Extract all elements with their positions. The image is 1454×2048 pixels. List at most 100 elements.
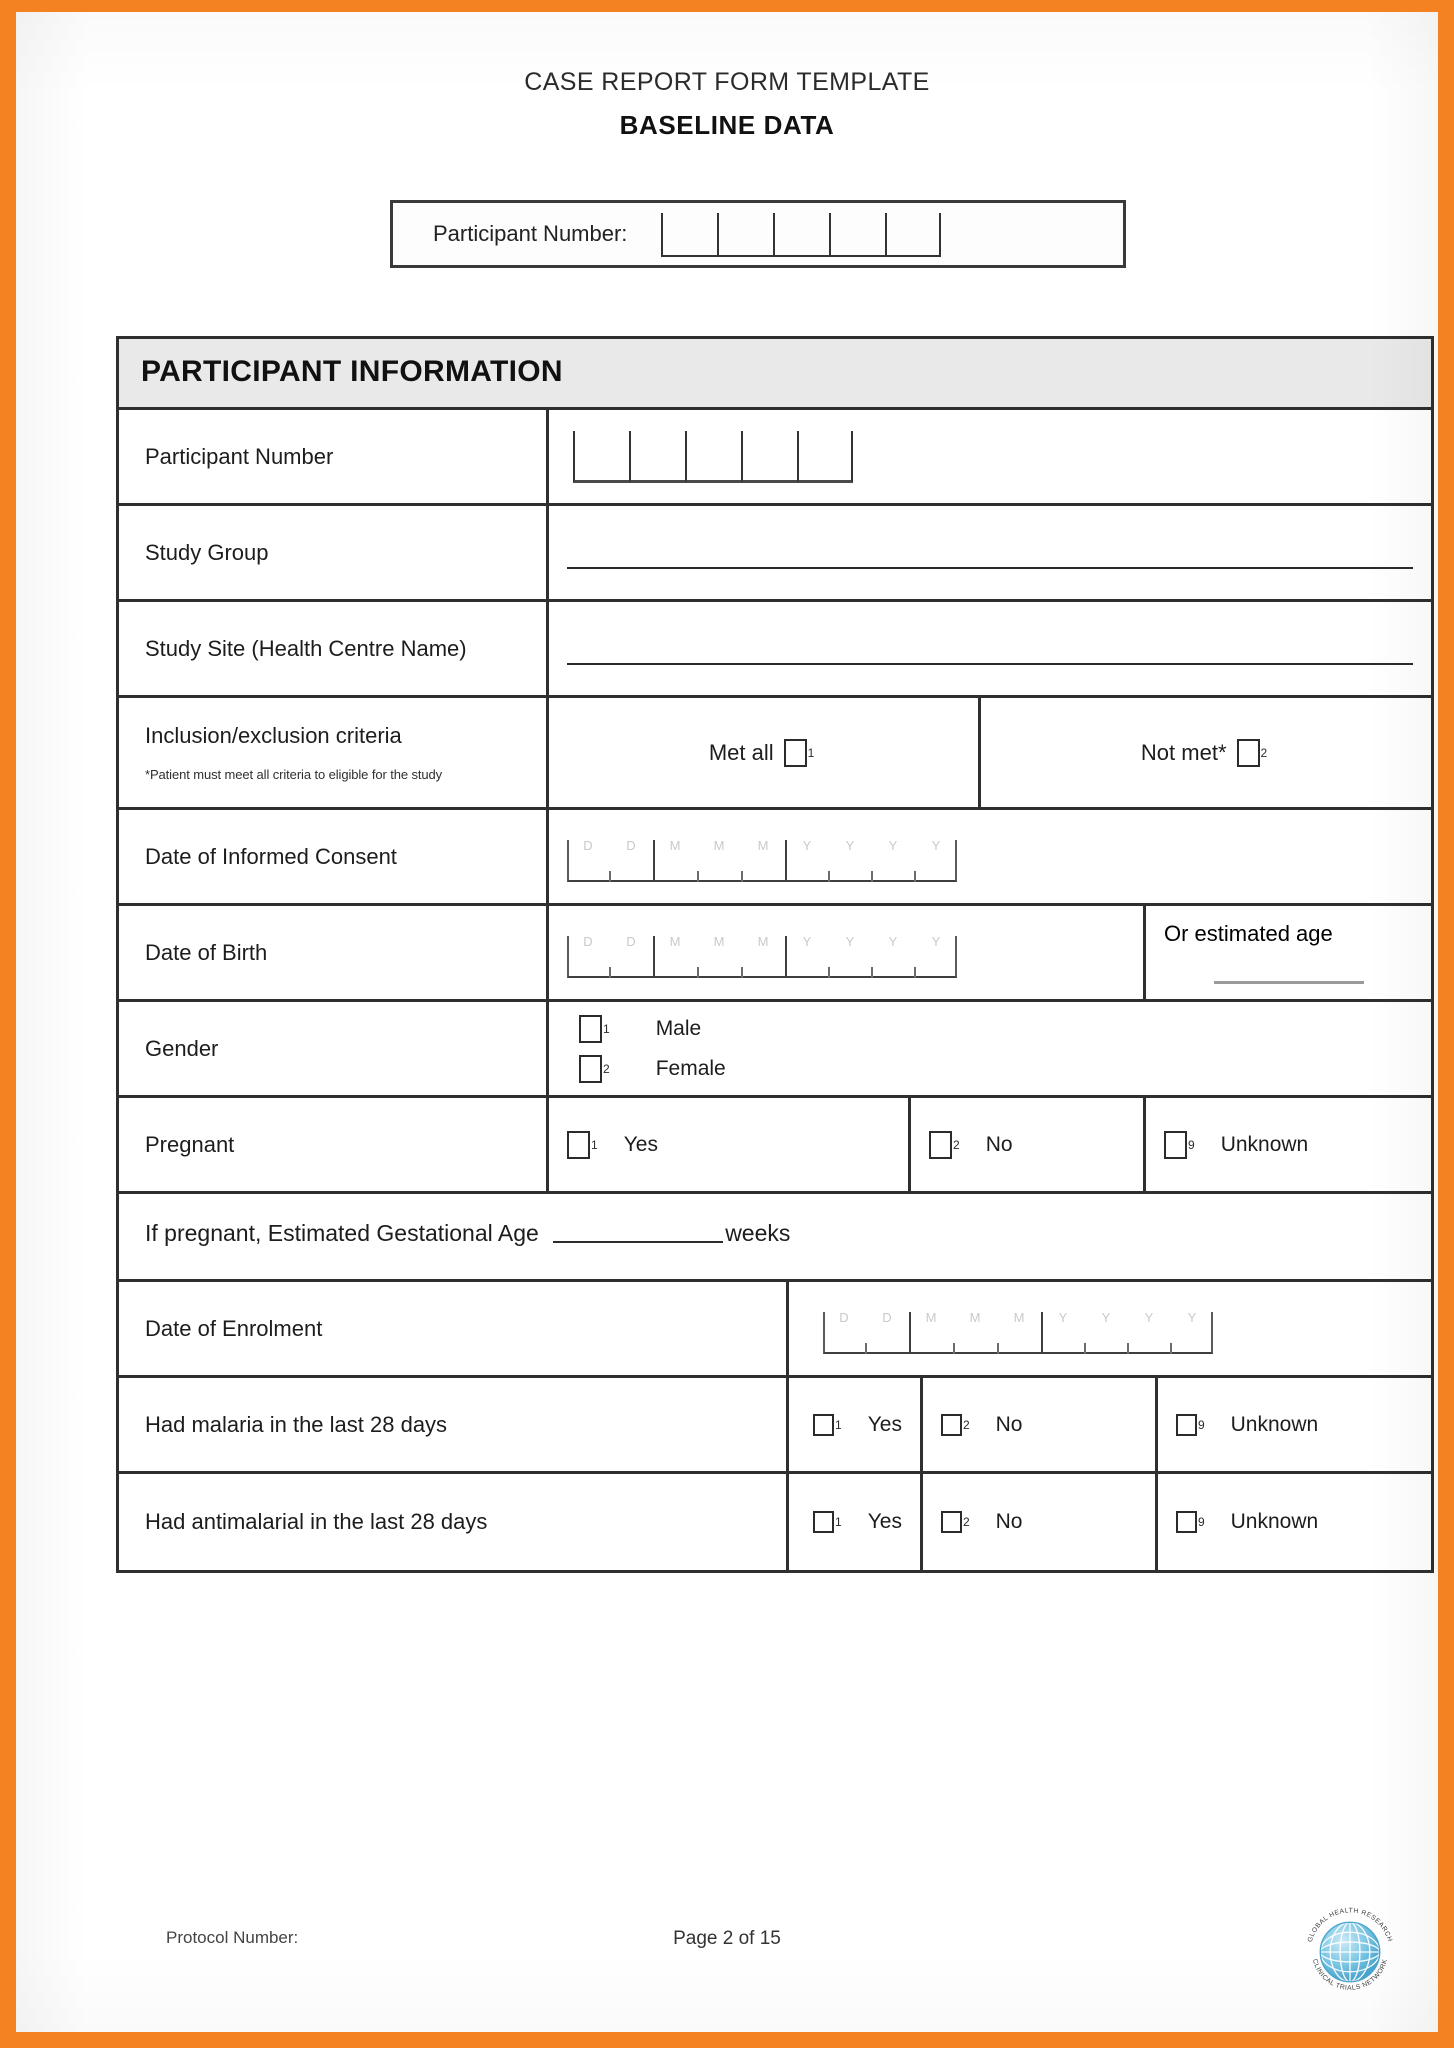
checkbox-icon[interactable] (940, 1511, 962, 1533)
antimalarial-option-no[interactable]: 2 No (940, 1510, 1023, 1534)
checkbox-icon[interactable] (813, 1511, 834, 1533)
pregnant-unknown-cell[interactable]: 9 Unknown (1146, 1098, 1431, 1191)
malaria-option-no[interactable]: 2 No (940, 1413, 1023, 1437)
row-label-birth-date: Date of Birth (119, 906, 549, 999)
digit-cell[interactable] (685, 430, 741, 483)
gender-field[interactable]: 1 Male 2 Female (549, 1002, 1431, 1095)
checkbox-icon[interactable] (783, 738, 807, 767)
digit-cell[interactable] (573, 430, 629, 483)
digit-cell[interactable] (885, 213, 942, 257)
date-hint-y: Y (1101, 1309, 1111, 1325)
option-label: Unknown (1230, 1412, 1319, 1436)
study-group-input[interactable] (567, 566, 1413, 569)
gender-option-male[interactable]: 1 Male (579, 1014, 726, 1043)
malaria-no-cell[interactable]: 2 No (923, 1378, 1158, 1471)
criteria-met-option[interactable]: Met all 1 (709, 738, 818, 767)
checkbox-icon[interactable] (1175, 1413, 1197, 1436)
gender-option-female[interactable]: 2 Female (579, 1054, 726, 1083)
checkbox-icon[interactable] (929, 1130, 952, 1159)
table-row: If pregnant, Estimated Gestational Age w… (119, 1194, 1431, 1282)
estimated-age-input[interactable] (1213, 981, 1364, 984)
date-group-divider (653, 839, 655, 882)
malaria-unknown-cell[interactable]: 9 Unknown (1158, 1378, 1438, 1471)
digit-cell[interactable] (797, 430, 853, 483)
date-tick (828, 966, 830, 978)
date-group-divider (653, 935, 655, 978)
malaria-yes-cell[interactable]: 1 Yes (789, 1378, 923, 1471)
estimated-age-label: Or estimated age (1164, 921, 1333, 946)
checkbox-icon[interactable] (567, 1130, 590, 1159)
criteria-notmet-cell[interactable]: Not met* 2 (981, 698, 1431, 807)
option-number: 9 (1197, 1417, 1205, 1432)
study-site-field[interactable] (549, 602, 1431, 695)
date-tick (1170, 1342, 1172, 1354)
option-number: 2 (962, 1417, 970, 1432)
gestational-age-unit: weeks (725, 1220, 791, 1246)
date-hint-y: Y (931, 933, 941, 949)
date-input-birth[interactable]: D D M M M Y Y Y Y (567, 932, 957, 978)
pregnant-option-yes[interactable]: 1 Yes (567, 1130, 658, 1159)
enrolment-date-field[interactable]: D D M M M Y Y Y Y (789, 1282, 1431, 1375)
birth-date-field[interactable]: D D M M M Y Y Y Y (549, 906, 1146, 999)
checkbox-icon[interactable] (579, 1054, 602, 1083)
option-number: 2 (603, 1061, 610, 1076)
table-row: Date of Informed Consent D D M M M Y Y Y… (119, 810, 1431, 906)
consent-date-field[interactable]: D D M M M Y Y Y Y (549, 810, 1431, 903)
digit-cell[interactable] (829, 213, 886, 257)
row-label-study-site: Study Site (Health Centre Name) (119, 602, 549, 695)
estimated-age-cell[interactable]: Or estimated age (1146, 906, 1431, 999)
date-hint-m: M (757, 837, 769, 853)
antimalarial-no-cell[interactable]: 2 No (923, 1474, 1158, 1570)
participant-number-header-input[interactable] (661, 213, 942, 257)
date-input-consent[interactable]: D D M M M Y Y Y Y (567, 836, 957, 882)
criteria-notmet-option[interactable]: Not met* 2 (1141, 738, 1271, 767)
row-label-enrolment-date: Date of Enrolment (119, 1282, 789, 1375)
participant-number-field[interactable] (549, 410, 1431, 503)
checkbox-icon[interactable] (579, 1014, 602, 1043)
document-page: CASE REPORT FORM TEMPLATE BASELINE DATA … (16, 12, 1438, 2032)
date-tick (953, 1342, 955, 1354)
date-hint-m: M (757, 933, 769, 949)
digit-cell[interactable] (629, 430, 685, 483)
pregnant-no-cell[interactable]: 2 No (911, 1098, 1146, 1191)
option-number: 2 (962, 1515, 970, 1529)
digit-cell[interactable] (717, 213, 774, 257)
table-row: Had antimalarial in the last 28 days 1 Y… (119, 1474, 1431, 1570)
checkbox-icon[interactable] (940, 1413, 962, 1436)
checkbox-icon[interactable] (1175, 1511, 1197, 1533)
checkbox-icon[interactable] (1164, 1130, 1187, 1159)
digit-cell[interactable] (661, 213, 718, 257)
option-number: 1 (603, 1021, 610, 1036)
malaria-option-yes[interactable]: 1 Yes (813, 1413, 902, 1437)
gestational-age-input[interactable] (553, 1227, 724, 1243)
date-input-enrolment[interactable]: D D M M M Y Y Y Y (823, 1308, 1213, 1354)
option-label: Yes (867, 1510, 902, 1533)
date-hint-d: D (626, 933, 636, 949)
pregnant-yes-cell[interactable]: 1 Yes (549, 1098, 911, 1191)
digit-cell[interactable] (741, 430, 797, 483)
antimalarial-unknown-cell[interactable]: 9 Unknown (1158, 1474, 1438, 1570)
pregnant-option-no[interactable]: 2 No (929, 1130, 1013, 1159)
page-title: CASE REPORT FORM TEMPLATE (524, 68, 930, 96)
section-header: PARTICIPANT INFORMATION (119, 339, 1431, 410)
option-number: 1 (591, 1137, 598, 1152)
antimalarial-yes-cell[interactable]: 1 Yes (789, 1474, 923, 1570)
criteria-met-cell[interactable]: Met all 1 (549, 698, 982, 807)
date-hint-y: Y (1144, 1309, 1154, 1325)
checkbox-icon[interactable] (1236, 738, 1260, 767)
digit-cell[interactable] (773, 213, 830, 257)
row-label-consent-date: Date of Informed Consent (119, 810, 549, 903)
checkbox-icon[interactable] (813, 1413, 834, 1436)
study-group-field[interactable] (549, 506, 1431, 599)
malaria-option-unknown[interactable]: 9 Unknown (1175, 1412, 1319, 1437)
antimalarial-option-unknown[interactable]: 9 Unknown (1175, 1510, 1318, 1534)
date-hint-m: M (713, 933, 725, 949)
row-label-pregnant: Pregnant (119, 1098, 549, 1191)
antimalarial-option-yes[interactable]: 1 Yes (813, 1510, 902, 1534)
participant-number-input[interactable] (573, 430, 853, 483)
study-site-input[interactable] (567, 662, 1413, 665)
pregnant-option-unknown[interactable]: 9 Unknown (1164, 1130, 1308, 1159)
gestational-age-field[interactable]: If pregnant, Estimated Gestational Age w… (119, 1194, 816, 1279)
date-hint-y: Y (802, 933, 812, 949)
table-row: Date of Enrolment D D M M M Y Y Y Y (119, 1282, 1431, 1378)
